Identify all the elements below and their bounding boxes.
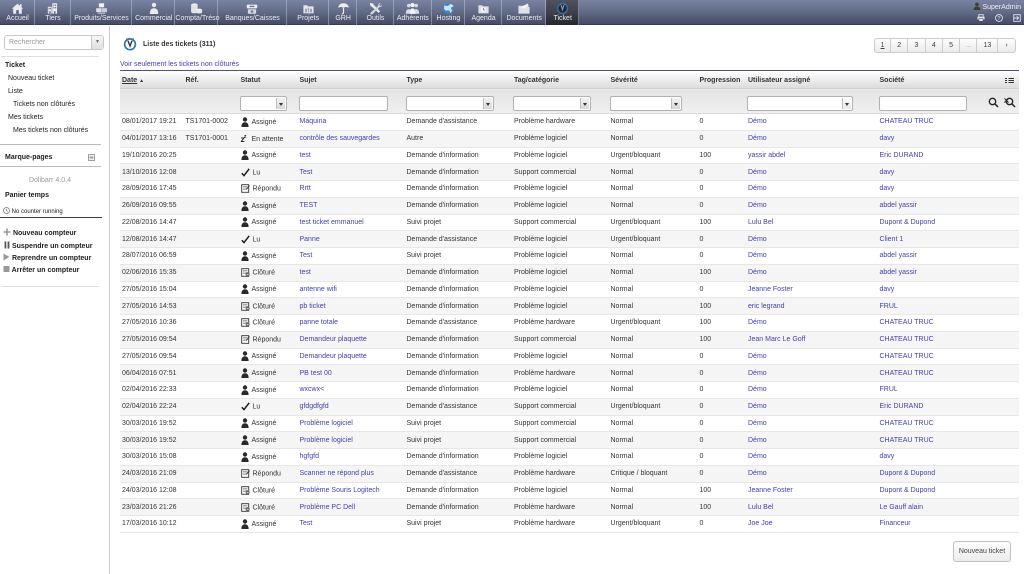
svg-text:?: ? <box>997 16 1000 22</box>
